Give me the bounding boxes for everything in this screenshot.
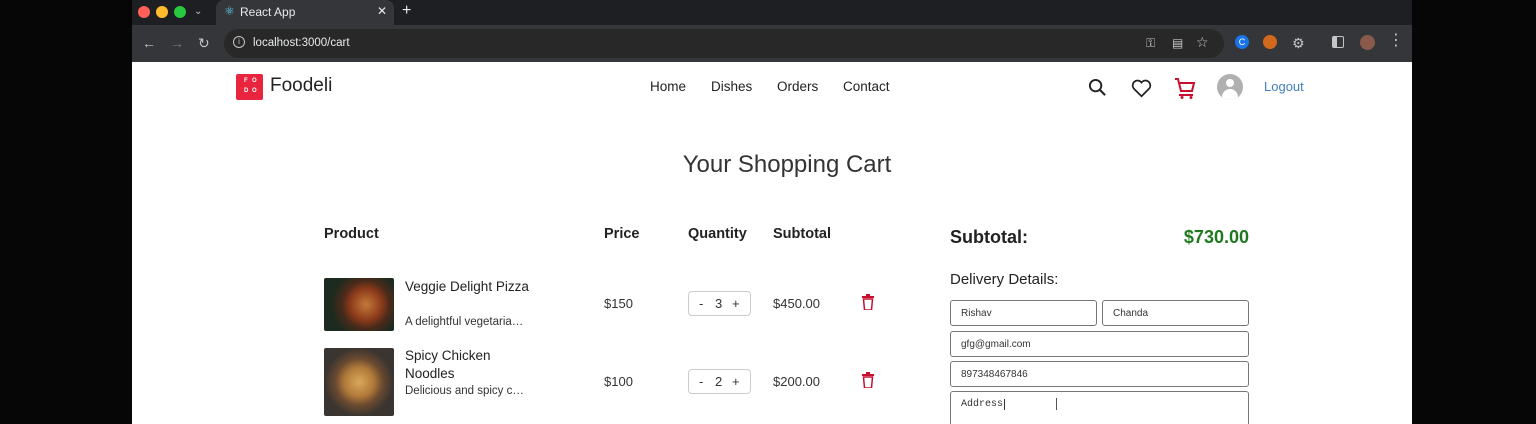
product-price: $100 (604, 374, 633, 389)
logo-letter: O (252, 78, 257, 84)
column-header-subtotal: Subtotal (773, 226, 831, 242)
bookmark-star-icon[interactable]: ☆ (1196, 34, 1209, 50)
key-icon[interactable]: ⚿ (1146, 35, 1155, 51)
last-name-field[interactable]: Chanda (1102, 300, 1249, 326)
nav-home[interactable]: Home (650, 79, 686, 94)
nav-orders[interactable]: Orders (777, 79, 818, 94)
product-description: A delightful vegetarian pizza (405, 316, 529, 328)
install-app-icon[interactable]: ▤ (1172, 35, 1183, 51)
decrement-button[interactable]: - (699, 374, 703, 389)
heart-icon[interactable] (1131, 79, 1152, 98)
summary-subtotal-value: $730.00 (1183, 227, 1249, 247)
noodles-thumbnail (324, 348, 394, 416)
extensions-puzzle-icon[interactable]: ⚙ (1292, 35, 1305, 51)
minimize-window-button[interactable] (156, 6, 168, 18)
close-tab-icon[interactable]: ✕ (377, 4, 387, 18)
column-header-price: Price (604, 226, 640, 242)
logo-letter: F (244, 78, 248, 84)
pizza-thumbnail (324, 278, 394, 331)
cart-page: F O D O Foodeli Home Dishes Orders Conta… (132, 62, 1412, 424)
tab-react-app[interactable]: ⚛ React App ✕ (216, 0, 394, 25)
page-title: Your Shopping Cart (682, 151, 892, 178)
quantity-stepper: - 3 + (688, 291, 751, 316)
tab-title: React App (240, 5, 296, 19)
extension-icon-blue[interactable]: C (1235, 35, 1249, 49)
column-header-product: Product (324, 226, 379, 242)
browser-menu-icon[interactable]: ⋮ (1388, 33, 1404, 49)
trash-icon[interactable] (862, 294, 874, 310)
react-icon: ⚛ (224, 4, 235, 18)
browser-window: ⌄ ⚛ React App ✕ + ← → ↻ i localhost:3000… (132, 0, 1412, 424)
delivery-details-heading: Delivery Details: (950, 271, 1059, 288)
search-icon[interactable] (1088, 78, 1107, 97)
product-name[interactable]: Spicy Chicken Noodles (405, 347, 535, 383)
product-description: Delicious and spicy chicken noodles (405, 385, 527, 397)
logout-link[interactable]: Logout (1264, 79, 1304, 94)
url-text[interactable]: localhost:3000/cart (253, 37, 350, 49)
forward-icon[interactable]: → (170, 35, 184, 51)
logo-letter: D (244, 88, 249, 94)
maximize-window-button[interactable] (174, 6, 186, 18)
email-field[interactable]: gfg@gmail.com (950, 331, 1249, 357)
quantity-value: 2 (715, 374, 723, 389)
quantity-value: 3 (715, 296, 723, 311)
chevron-down-icon[interactable]: ⌄ (194, 4, 202, 20)
row-subtotal: $450.00 (773, 296, 820, 311)
nav-contact[interactable]: Contact (843, 79, 890, 94)
address-bar[interactable]: i localhost:3000/cart (224, 29, 1224, 58)
column-header-quantity: Quantity (688, 226, 747, 242)
tab-bar: ⌄ ⚛ React App ✕ + (132, 0, 1412, 25)
cart-icon[interactable] (1173, 76, 1197, 100)
address-textarea[interactable]: Address (950, 391, 1249, 424)
increment-button[interactable]: + (732, 296, 740, 311)
site-info-icon[interactable]: i (233, 36, 245, 48)
profile-avatar-icon[interactable] (1360, 35, 1375, 50)
new-tab-icon[interactable]: + (402, 3, 411, 19)
product-price: $150 (604, 296, 633, 311)
close-window-button[interactable] (138, 6, 150, 18)
phone-field[interactable]: 897348467846 (950, 361, 1249, 387)
logo-letter: O (252, 88, 257, 94)
text-caret (1004, 399, 1006, 410)
foodeli-logo-mark[interactable]: F O D O (236, 74, 263, 100)
row-subtotal: $200.00 (773, 374, 820, 389)
cookie-extension-icon[interactable] (1263, 35, 1277, 49)
first-name-field[interactable]: Rishav (950, 300, 1097, 326)
text-cursor-icon (1056, 398, 1057, 410)
browser-toolbar: ← → ↻ i localhost:3000/cart ⚿ ▤ ☆ C ⚙ ⋮ (132, 25, 1412, 62)
quantity-stepper: - 2 + (688, 369, 751, 394)
nav-dishes[interactable]: Dishes (711, 79, 752, 94)
product-name[interactable]: Veggie Delight Pizza (405, 278, 535, 296)
back-icon[interactable]: ← (142, 35, 156, 51)
address-text: Address (961, 399, 1004, 410)
user-avatar-icon[interactable] (1217, 74, 1243, 100)
brand-name[interactable]: Foodeli (270, 75, 332, 97)
increment-button[interactable]: + (732, 374, 740, 389)
side-panel-icon[interactable] (1332, 36, 1344, 48)
trash-icon[interactable] (862, 372, 874, 388)
decrement-button[interactable]: - (699, 296, 703, 311)
summary-subtotal-label: Subtotal: (950, 227, 1028, 247)
reload-icon[interactable]: ↻ (198, 35, 210, 51)
